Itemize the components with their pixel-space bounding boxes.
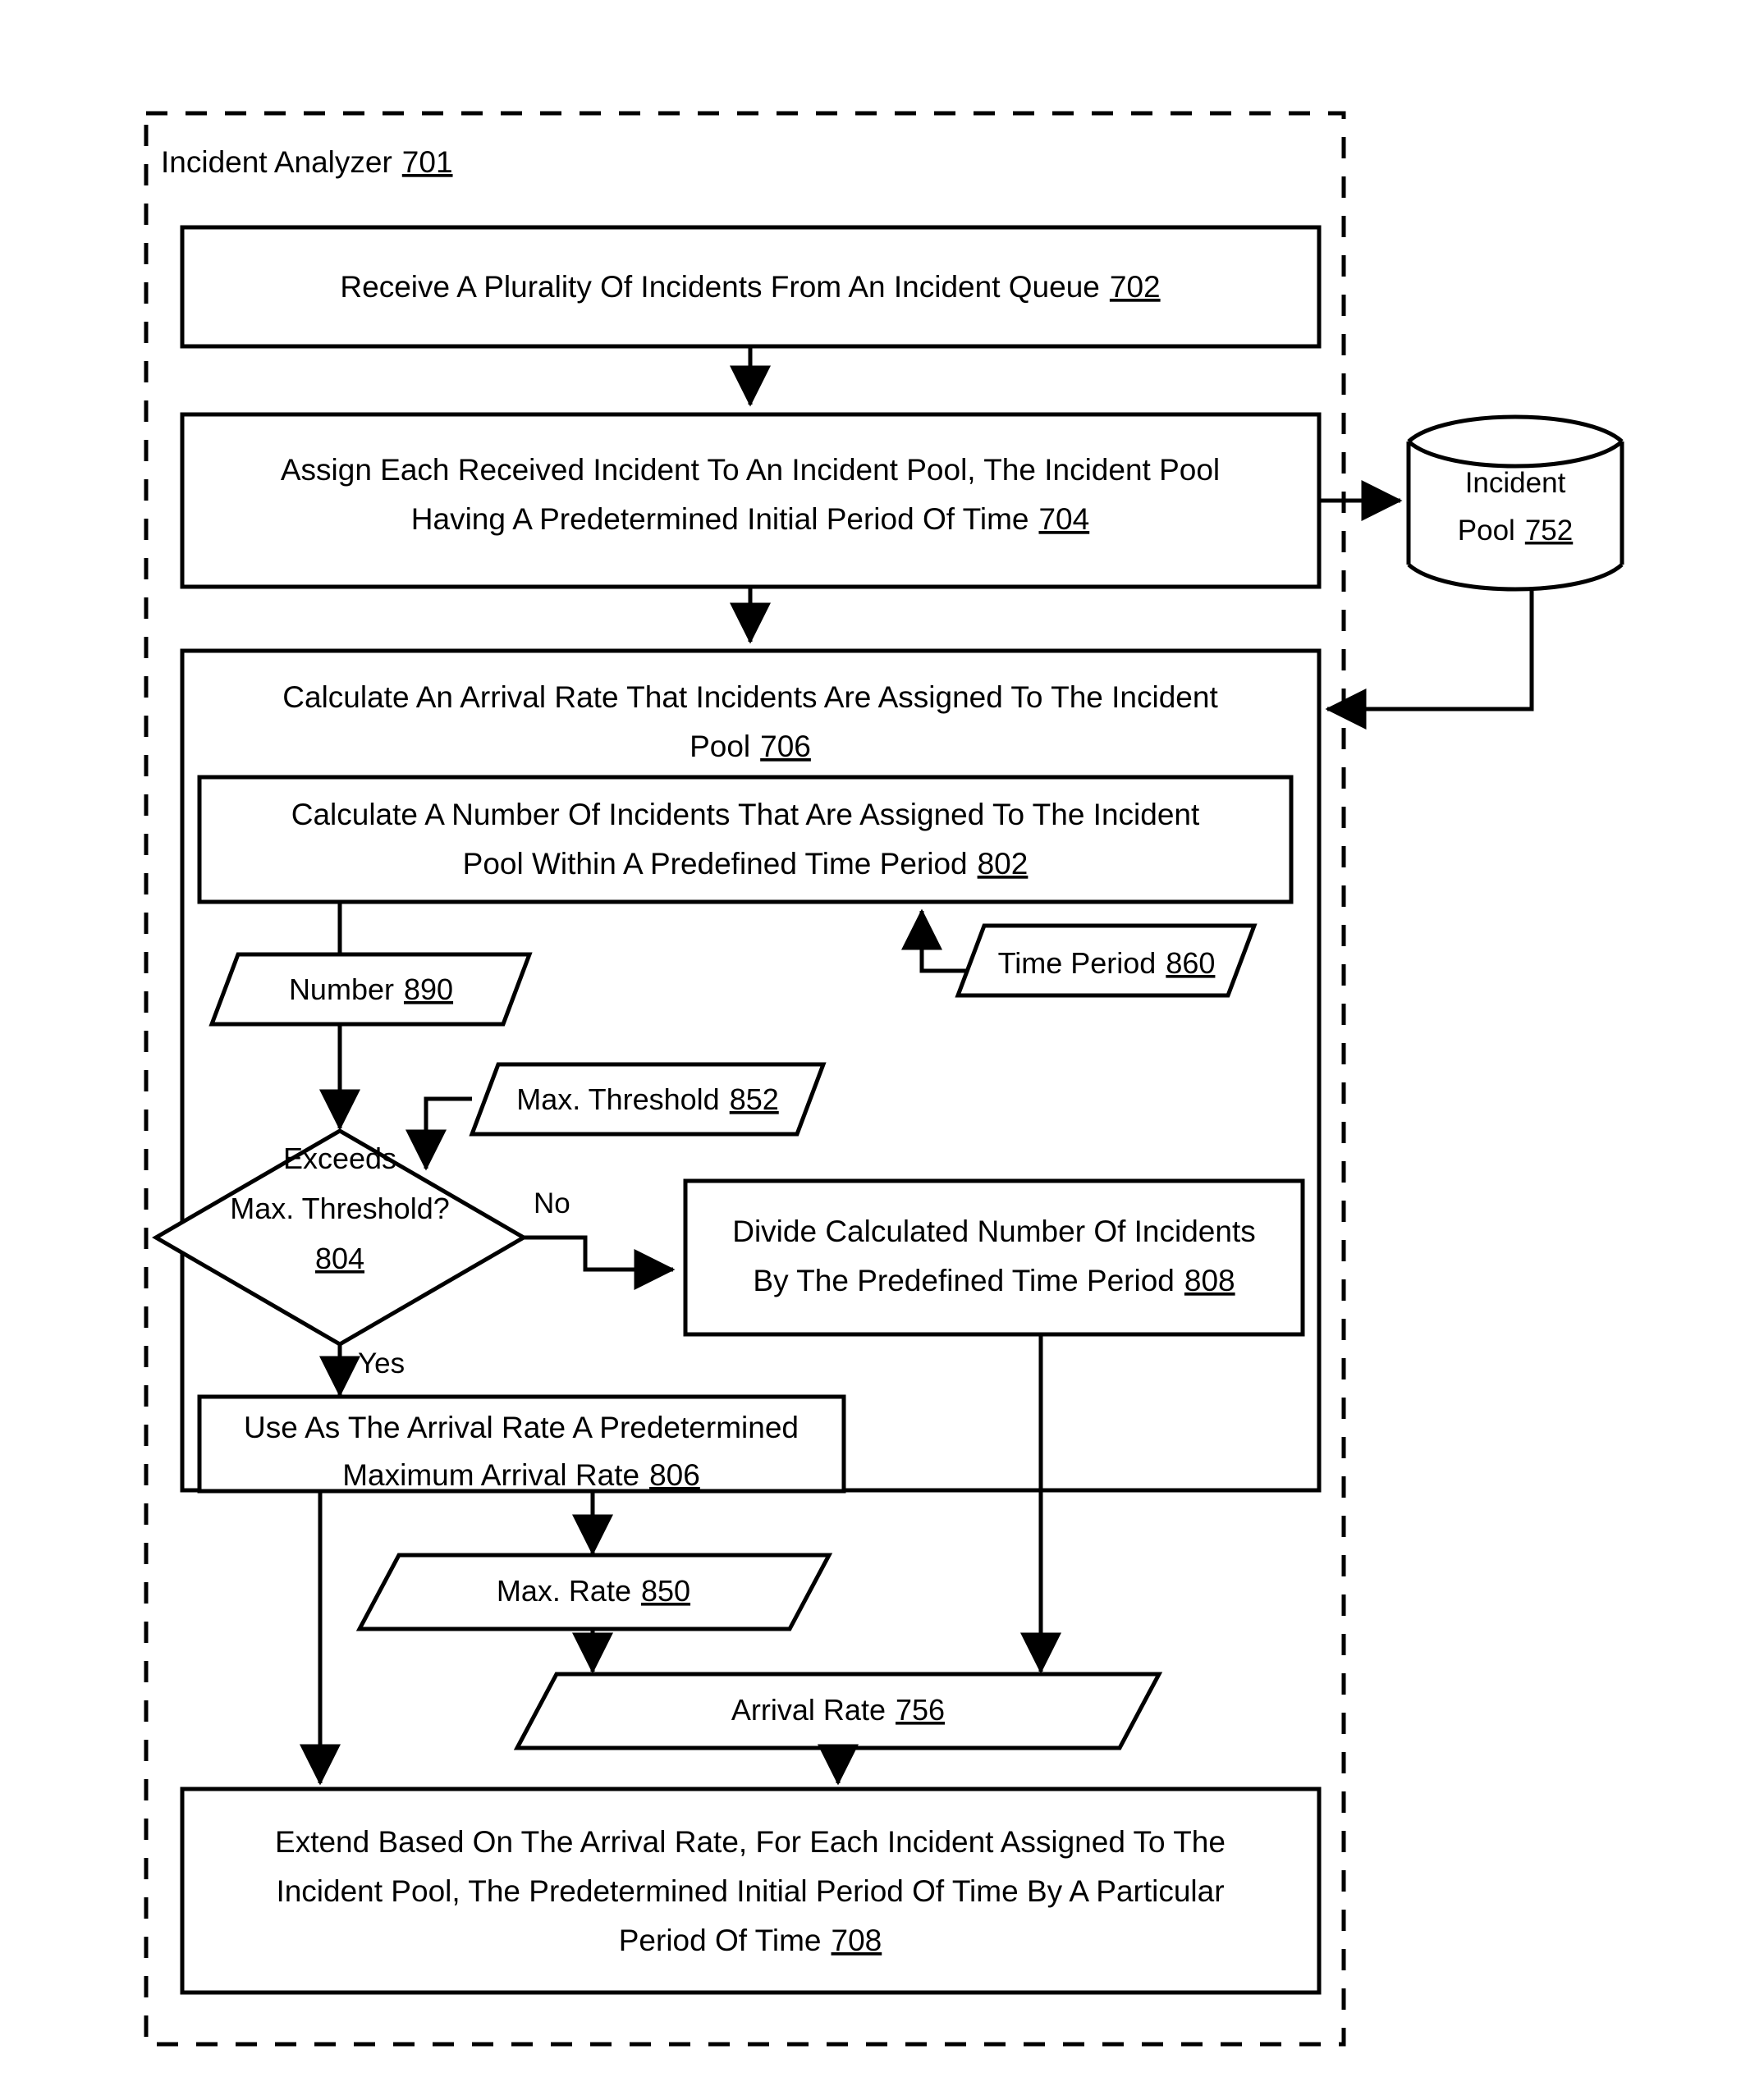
connector-pool-to-706 (1325, 589, 1534, 730)
container-label: Incident Analyzer 701 (161, 145, 453, 179)
patent-figure: Incident Analyzer 701 Receive A Plurality… (0, 0, 1741, 2100)
data-852-label: Max. Threshold 852 (516, 1082, 779, 1116)
decision-804-line2: Max. Threshold? (230, 1192, 449, 1225)
step-808-label-line1: Divide Calculated Number Of Incidents (732, 1215, 1256, 1248)
step-806-label-line1: Use As The Arrival Rate A Predetermined (244, 1411, 799, 1444)
datastore-label-line2: Pool 752 (1458, 515, 1573, 547)
step-708-label-line2: Incident Pool, The Predetermined Initial… (276, 1874, 1224, 1908)
data-890-label: Number 890 (289, 972, 453, 1006)
step-706-label-line2: Pool 706 (690, 730, 811, 763)
step-808-box[interactable] (683, 1178, 1305, 1337)
flowchart-canvas: Incident Analyzer 701 Receive A Plurality… (144, 111, 1624, 2047)
decision-804-line1: Exceeds (283, 1142, 396, 1175)
step-802-box[interactable] (197, 775, 1294, 904)
decision-804-ref: 804 (315, 1242, 364, 1275)
step-802-label-line1: Calculate A Number Of Incidents That Are… (291, 798, 1200, 831)
data-860-label: Time Period 860 (998, 946, 1216, 980)
step-704-label-line1: Assign Each Received Incident To An Inci… (281, 453, 1220, 487)
step-708-label-line3: Period Of Time 708 (619, 1924, 882, 1957)
step-802-label-line2: Pool Within A Predefined Time Period 802 (463, 847, 1029, 881)
step-808-label-line2: By The Predefined Time Period 808 (753, 1264, 1235, 1297)
step-706-label-line1: Calculate An Arrival Rate That Incidents… (282, 680, 1218, 714)
branch-label-yes: Yes (358, 1347, 405, 1379)
step-704-box[interactable] (180, 412, 1322, 589)
datastore-bottom (1407, 563, 1624, 592)
branch-label-no: No (534, 1187, 570, 1219)
step-708-label-line1: Extend Based On The Arrival Rate, For Ea… (275, 1825, 1226, 1859)
data-850-label: Max. Rate 850 (497, 1574, 690, 1608)
datastore-top-front (1407, 440, 1624, 469)
datastore-top-back (1407, 414, 1624, 443)
step-702-label: Receive A Plurality Of Incidents From An… (340, 270, 1160, 304)
data-756-label: Arrival Rate 756 (731, 1693, 945, 1727)
step-704-label-line2: Having A Predetermined Initial Period Of… (411, 502, 1089, 536)
datastore-label-line1: Incident (1465, 467, 1566, 499)
